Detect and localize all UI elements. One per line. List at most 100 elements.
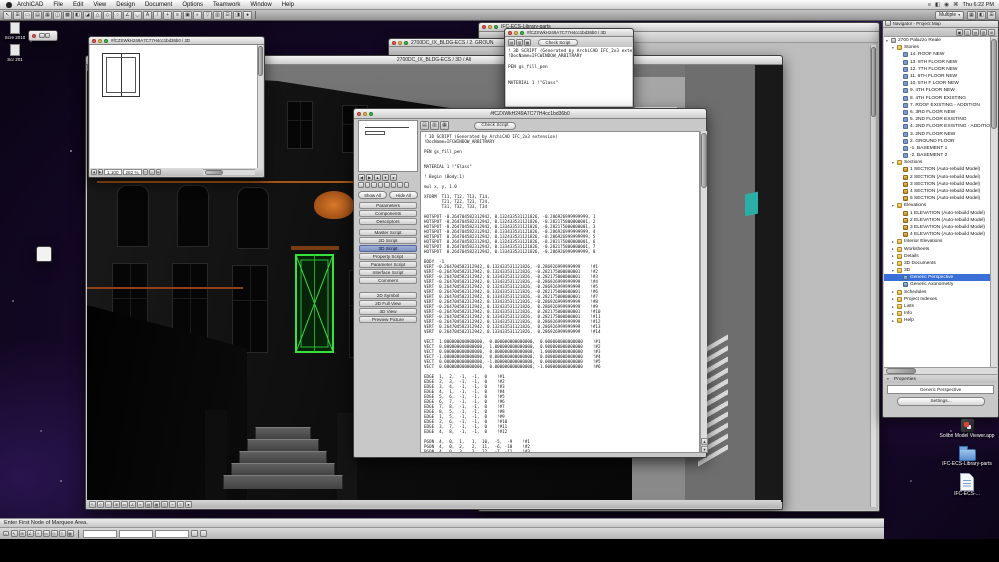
menu-item[interactable]: View [88,2,111,8]
status-menu-icon[interactable]: ◉ [944,2,949,8]
coordinate-options-icon[interactable] [199,530,207,537]
status-menu-icon[interactable]: ◧ [935,2,940,8]
navigator-tree-item[interactable]: 8. 4TH FLOOR EXISTING [884,95,992,102]
script-section-button[interactable]: Parameter Script [359,261,417,268]
viewport-tool-icon[interactable]: ▤ [145,500,152,508]
navigator-tree-item[interactable]: 10. 5TH F LOOR NEW [884,80,992,87]
mini-palette-bar[interactable] [29,31,57,41]
navigator-tree-item[interactable]: 11. 6TH FLOOR NEW [884,73,992,80]
scroll-down-icon[interactable]: ▼ [701,446,708,453]
navigator-tree-item[interactable]: -2. BASEMENT 2 [884,152,992,159]
script-section-button[interactable]: 2D Symbol [359,292,417,299]
navigator-tree-item[interactable]: ▸ Project Indexes [884,296,992,303]
page-left-icon[interactable]: ◀ [91,169,97,175]
navigator-tree-item[interactable]: ▾ Elevations [884,202,992,209]
script-section-button[interactable]: Property Script [359,253,417,260]
navigator-tree-item[interactable]: ▸ 3D Documents [884,260,992,267]
desktop-icon[interactable]: Solibri Model Viewer.app [938,418,996,440]
current-view-field[interactable]: Generic Perspective [887,385,994,394]
toolbar-icon[interactable]: ◡ [133,10,142,20]
viewport-tool-icon[interactable]: ⊞ [113,500,120,508]
window-controls[interactable] [392,40,408,45]
zoom-control-icon[interactable]: ● [390,174,397,181]
collapsed-palette[interactable] [36,246,52,262]
mini-palette[interactable] [28,30,58,41]
navigator-tree-item[interactable]: 13. 8TH FLOOR NEW [884,59,992,66]
menu-item[interactable]: Options [177,2,208,8]
menu-item[interactable]: Edit [68,2,88,8]
script-section-button[interactable]: Comment [359,277,417,284]
desktop-icon[interactable]: IFC-ECS-... [938,473,996,498]
script-view-icon[interactable]: ▦ [440,121,449,130]
navigator-tree-item[interactable]: 5 SECTION (Auto-rebuild Model) [884,195,992,202]
navigator-mode-icon[interactable]: ▤ [972,28,979,36]
navigator-tree-item[interactable]: 2. GROUND FLOOR [884,138,992,145]
hide-all-button[interactable]: Hide All [389,191,418,199]
minimize-icon[interactable] [514,30,518,35]
zoom-icon[interactable] [494,25,498,29]
close-icon[interactable] [392,40,396,45]
viewport-tool-icon[interactable]: ○ [105,500,112,508]
x-coordinate-field[interactable] [82,529,117,538]
window-controls[interactable] [357,111,373,116]
zoom-preset-cell[interactable] [364,182,370,188]
toolbar-icon[interactable]: ≡ [173,10,182,20]
navigator-tree-item[interactable]: ▸ Lists [884,303,992,310]
viewport-tool-icon[interactable]: ▭ [121,500,128,508]
navigator-panel[interactable]: Navigator - Project Map ▣ ◫ ▤ ▥ ⊞ ▾ 2700 Pal… [882,18,999,418]
fit-icon[interactable]: ▭ [142,169,149,175]
zoom-preset-cell[interactable] [403,182,409,188]
menu-item[interactable]: Document [140,2,177,8]
coordinate-tool-icon[interactable]: ∠ [26,530,34,537]
close-icon[interactable] [508,30,512,35]
toolbar-icon[interactable]: ▥ [213,10,222,20]
minimize-icon[interactable] [98,38,102,43]
toolbar-icon[interactable]: ◧ [977,10,986,20]
symbol-2d-canvas[interactable] [90,45,259,170]
script-section-button[interactable]: Interface Script [359,269,417,276]
zoom-icon[interactable] [404,40,408,45]
script-view-icon[interactable]: ▤ [420,121,429,130]
script-view-icon[interactable]: ▤ [508,38,515,46]
viewport-tool-icon[interactable]: ● [185,500,192,508]
status-menu-icon[interactable]: ≡ [928,2,931,8]
viewport-tool-icon[interactable]: ▦ [153,500,160,508]
navigator-hscroll[interactable] [884,367,997,374]
navigator-vscroll[interactable] [990,37,997,367]
toolbar-icon[interactable]: ▣ [183,10,192,20]
settings-button[interactable]: Settings... [897,397,985,406]
toolbar-icon[interactable]: ◇ [103,10,112,20]
zoom-preset-cell[interactable] [384,182,390,188]
desktop-icon[interactable]: Scre 2010 [2,22,28,41]
minimize-icon[interactable] [398,40,402,45]
zoom-preset-cell[interactable] [390,182,396,188]
layer-dropdown[interactable]: Multiple ▾ [934,10,964,20]
status-menu-icon[interactable]: ⌘ [953,2,959,8]
script-section-button[interactable]: 2D Script [359,237,417,244]
check-script-button[interactable]: Check Script [538,38,578,46]
navigator-tree-item[interactable]: 3. 2ND FLOOR NEW [884,130,992,137]
finder-scrollbar[interactable] [870,45,876,507]
navigator-tree-item[interactable]: ▸ Schedules [884,289,992,296]
page-right-icon[interactable]: ▶ [97,169,103,175]
zoom-icon[interactable] [369,111,373,116]
show-all-button[interactable]: Show All [358,191,387,199]
coordinate-tool-icon[interactable]: ▭ [42,530,50,537]
disclosure-triangle-icon[interactable]: ▾ [887,377,892,381]
close-icon[interactable] [885,20,891,26]
toolbar-icon[interactable]: A [143,10,152,20]
minimize-icon[interactable] [488,25,492,29]
scroll-up-icon[interactable]: ▲ [701,438,708,445]
script-section-button[interactable]: Parameters [359,202,417,209]
navigator-tree-item[interactable]: 3 ELEVATION (Auto-rebuild Model) [884,224,992,231]
toolbar-icon[interactable]: ◪ [83,10,92,20]
pan-icon[interactable]: ◇ [149,169,155,175]
viewport-tool-icon[interactable]: ≡ [177,500,184,508]
script-view-icon[interactable]: ▥ [516,38,523,46]
menu-item[interactable]: Window [245,2,276,8]
toolbar-icon[interactable]: ▩ [63,10,72,20]
navigator-tree-item[interactable]: 3 SECTION (Auto-rebuild Model) [884,181,992,188]
navigator-tree-item[interactable]: ▾ 3D [884,267,992,274]
navigator-tree-item[interactable]: ▸ Help [884,317,992,324]
desktop-icon[interactable]: IFC-ECS-Library-parts [938,445,996,468]
